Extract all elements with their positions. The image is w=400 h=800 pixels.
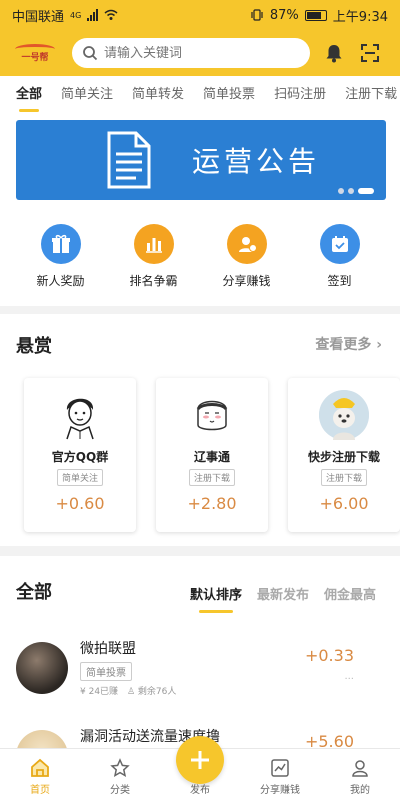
view-more-label: 查看更多 bbox=[315, 337, 372, 353]
clock: 上午9:34 bbox=[332, 9, 388, 25]
card-name: 快步注册下载 bbox=[307, 450, 380, 464]
network-label: 4G bbox=[70, 10, 82, 20]
card-amount: +6.00 bbox=[319, 494, 369, 513]
notification-button[interactable] bbox=[322, 41, 346, 65]
share-money-icon bbox=[226, 224, 267, 264]
nav-category[interactable]: 分类 bbox=[82, 758, 158, 796]
tab-simple-follow[interactable]: 简单关注 bbox=[61, 76, 113, 116]
quick-action-share-earn[interactable]: 分享赚钱 bbox=[207, 224, 287, 289]
avatar bbox=[187, 390, 237, 440]
bounty-card[interactable]: 快步注册下载 注册下载 +6.00 bbox=[288, 378, 400, 532]
sort-newest[interactable]: 最新发布 bbox=[257, 584, 309, 603]
scan-button[interactable] bbox=[358, 41, 382, 65]
announcement-banner[interactable]: 运营公告 bbox=[16, 120, 386, 200]
carrier-label: 中国联通 bbox=[12, 9, 65, 25]
logo-text: 一号帮 bbox=[21, 52, 49, 63]
card-tag: 注册下载 bbox=[188, 469, 235, 486]
star-icon bbox=[110, 758, 130, 777]
tab-simple-forward[interactable]: 简单转发 bbox=[132, 76, 184, 116]
carousel-indicator bbox=[338, 188, 374, 194]
calendar-icon bbox=[319, 224, 360, 264]
quick-actions: 新人奖励 排名争霸 分享赚钱 签到 bbox=[0, 224, 400, 289]
chart-icon bbox=[271, 759, 289, 777]
task-title: 微拍联盟 bbox=[80, 641, 136, 657]
card-name: 官方QQ群 bbox=[51, 450, 109, 464]
tab-simple-vote[interactable]: 简单投票 bbox=[203, 76, 255, 116]
signal-icon bbox=[87, 9, 99, 21]
home-icon bbox=[31, 758, 49, 777]
tab-scan-register[interactable]: 扫码注册 bbox=[274, 76, 326, 116]
tab-register-download[interactable]: 注册下载 bbox=[345, 76, 397, 116]
nav-mine[interactable]: 我的 bbox=[322, 758, 398, 796]
quick-action-ranking[interactable]: 排名争霸 bbox=[114, 224, 194, 289]
card-tag: 简单关注 bbox=[56, 469, 103, 486]
card-tag: 注册下载 bbox=[320, 469, 367, 486]
remaining-count: 剩余76人 bbox=[137, 687, 177, 697]
search-input[interactable] bbox=[104, 45, 294, 61]
earned-count: 24已赚 bbox=[88, 687, 119, 697]
card-amount: +2.80 bbox=[187, 494, 237, 513]
avatar bbox=[319, 390, 369, 440]
card-amount: +0.60 bbox=[55, 494, 105, 513]
avatar bbox=[16, 642, 68, 694]
battery-percent: 87% bbox=[269, 7, 299, 23]
yen-icon: ¥ bbox=[80, 687, 86, 697]
status-bar: 中国联通 4G 87% 上午9:34 bbox=[0, 0, 400, 30]
section-title: 悬赏 bbox=[16, 336, 52, 357]
all-tasks-section: 全部 默认排序 最新发布 佣金最高 微拍联盟 简单投票 ¥ 24已赚 ♙ 剩余7… bbox=[0, 556, 400, 782]
nav-label: 我的 bbox=[350, 785, 370, 796]
nav-home[interactable]: 首页 bbox=[2, 758, 78, 796]
quick-action-label: 新人奖励 bbox=[36, 274, 85, 288]
bar-chart-icon bbox=[133, 224, 174, 264]
app-logo: 一号帮 bbox=[12, 39, 58, 67]
avatar bbox=[55, 390, 105, 440]
bounty-card[interactable]: 辽事通 注册下载 +2.80 bbox=[156, 378, 268, 532]
plus-icon bbox=[191, 751, 209, 769]
sort-default[interactable]: 默认排序 bbox=[190, 584, 242, 603]
gift-icon bbox=[40, 224, 81, 264]
user-icon: ♙ bbox=[126, 687, 136, 697]
document-icon bbox=[107, 131, 151, 189]
search-bar[interactable] bbox=[72, 38, 310, 68]
quick-action-label: 分享赚钱 bbox=[222, 274, 271, 288]
tab-all[interactable]: 全部 bbox=[16, 76, 42, 116]
card-name: 辽事通 bbox=[193, 450, 230, 464]
search-icon bbox=[83, 46, 98, 61]
bounty-card[interactable]: 官方QQ群 简单关注 +0.60 bbox=[24, 378, 136, 532]
task-amount: +0.33 bbox=[304, 646, 354, 665]
banner-title: 运营公告 bbox=[192, 145, 321, 178]
category-tabs: 全部 简单关注 简单转发 简单投票 扫码注册 注册下载 bbox=[0, 76, 400, 116]
nav-label: 首页 bbox=[30, 785, 50, 796]
bounty-section: 悬赏 查看更多 › 官方QQ群 简单关注 +0.60 辽事通 注册下载 +2.8… bbox=[0, 314, 400, 546]
quick-action-newbie-reward[interactable]: 新人奖励 bbox=[21, 224, 101, 289]
chevron-right-icon: › bbox=[376, 337, 382, 353]
quick-action-label: 签到 bbox=[327, 274, 352, 288]
task-meta: ¥ 24已赚 ♙ 剩余76人 bbox=[80, 684, 176, 697]
task-tag: 简单投票 bbox=[80, 662, 132, 681]
scan-icon bbox=[361, 44, 379, 62]
wifi-icon bbox=[104, 9, 118, 20]
app-header: 一号帮 bbox=[0, 30, 400, 76]
section-title: 全部 bbox=[16, 582, 52, 603]
vibrate-icon bbox=[251, 9, 263, 21]
publish-button[interactable] bbox=[176, 736, 224, 784]
battery-icon bbox=[304, 9, 327, 21]
banner-section: 运营公告 新人奖励 排名争霸 分享赚钱 签到 bbox=[0, 116, 400, 306]
more-icon[interactable]: ··· bbox=[344, 674, 354, 685]
user-icon bbox=[352, 760, 368, 777]
sort-highest-commission[interactable]: 佣金最高 bbox=[324, 584, 376, 603]
quick-action-label: 排名争霸 bbox=[129, 274, 178, 288]
nav-share-earn[interactable]: 分享赚钱 bbox=[242, 758, 318, 796]
view-more-link[interactable]: 查看更多 › bbox=[315, 334, 382, 354]
quick-action-checkin[interactable]: 签到 bbox=[300, 224, 380, 289]
nav-label: 分享赚钱 bbox=[260, 785, 300, 796]
list-item[interactable]: 微拍联盟 简单投票 ¥ 24已赚 ♙ 剩余76人 +0.33 ··· bbox=[0, 632, 400, 712]
nav-label: 分类 bbox=[110, 785, 130, 796]
bell-icon bbox=[326, 45, 342, 63]
